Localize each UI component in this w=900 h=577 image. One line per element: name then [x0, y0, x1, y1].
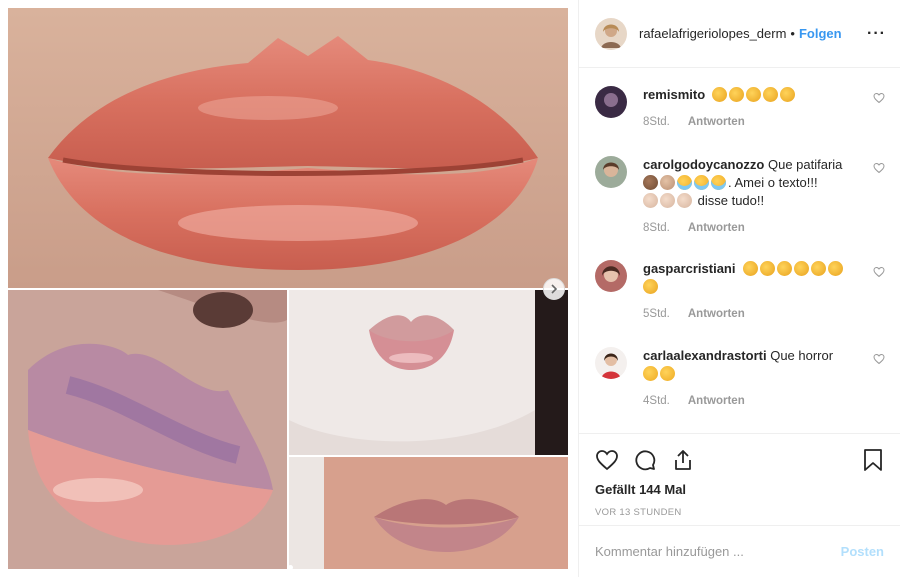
comment-text: carolgodoycanozzo Que patifaria . Amei o… [643, 156, 853, 210]
commenter-avatar[interactable] [595, 260, 627, 292]
reply-button[interactable]: Antworten [688, 308, 745, 320]
reply-button[interactable]: Antworten [688, 116, 745, 128]
bookmark-save-icon[interactable] [862, 448, 884, 472]
likes-count[interactable]: Gefällt 144 Mal [595, 482, 884, 497]
comment-bubble-icon[interactable] [633, 448, 657, 472]
comment-item: remismito 8Std. Antworten [595, 86, 887, 128]
add-comment-bar: Posten [579, 525, 900, 577]
action-icons [595, 434, 884, 482]
lips-photo-closeup [324, 457, 568, 569]
clap-emoji-icon [643, 193, 658, 208]
like-comment-heart-icon[interactable] [873, 266, 885, 278]
clap-emoji-icon [827, 261, 843, 276]
more-options-icon[interactable]: ··· [867, 25, 886, 43]
comment-item: gasparcristiani 5Std. Antworten [595, 260, 887, 320]
comment-body-text: . Amei o texto!!! [728, 175, 818, 190]
commenter-username[interactable]: remismito [643, 87, 705, 102]
comment-emojis [709, 87, 798, 102]
post-sidebar: rafaelafrigeriolopes_derm • Folgen ··· r… [578, 0, 900, 577]
commenter-username[interactable]: carolgodoycanozzo [643, 157, 764, 172]
clap-emoji-icon [793, 261, 809, 276]
see-no-evil-monkey-emoji-icon [643, 175, 658, 190]
panel-gap [289, 457, 324, 569]
carousel-next-button[interactable] [543, 278, 565, 300]
commenter-username[interactable]: carlaalexandrastorti [643, 348, 767, 363]
comment-item: carlaalexandrastorti Que horror 4Std. An… [595, 347, 887, 407]
lips-photo-side [8, 290, 287, 569]
reply-button[interactable]: Antworten [688, 222, 745, 234]
lips-photo-face [289, 290, 535, 455]
comment-input[interactable] [595, 544, 841, 559]
dark-hair-strip [535, 290, 568, 455]
header-separator: • [790, 26, 795, 41]
tears-of-joy-emoji-icon [677, 175, 692, 190]
clap-emoji-icon [780, 87, 796, 102]
comment-meta: 8Std. Antworten [643, 116, 887, 128]
share-icon[interactable] [671, 448, 695, 472]
comment-time[interactable]: 5Std. [643, 308, 670, 320]
author-avatar[interactable] [595, 17, 627, 50]
comment-meta: 8Std. Antworten [643, 222, 887, 234]
comments-list[interactable]: remismito 8Std. Antworten carolgodoycano… [579, 68, 900, 433]
post-comment-button[interactable]: Posten [841, 544, 884, 559]
post-media[interactable] [0, 0, 577, 577]
clap-emoji-icon [810, 261, 826, 276]
comment-text: remismito [643, 86, 853, 104]
comment-item: carolgodoycanozzo Que patifaria . Amei o… [595, 156, 887, 234]
tears-of-joy-emoji-icon [711, 175, 726, 190]
comment-body-text: disse tudo!! [697, 193, 765, 208]
facepalm-emoji-icon [660, 175, 675, 190]
like-heart-icon[interactable] [595, 448, 619, 472]
comment-text: carlaalexandrastorti Que horror [643, 347, 853, 383]
like-comment-heart-icon[interactable] [873, 162, 885, 174]
clap-emoji-icon [776, 261, 792, 276]
carousel-dot [288, 565, 293, 570]
clap-emoji-icon [712, 87, 728, 102]
astonished-emoji-icon [643, 366, 658, 381]
comment-time[interactable]: 8Std. [643, 116, 670, 128]
commenter-avatar[interactable] [595, 347, 627, 379]
comment-meta: 4Std. Antworten [643, 395, 887, 407]
comment-body-text: Que horror [770, 348, 834, 363]
clap-emoji-icon [759, 261, 775, 276]
clap-emoji-icon [643, 279, 658, 294]
comment-text: gasparcristiani [643, 260, 853, 296]
post-header: rafaelafrigeriolopes_derm • Folgen ··· [579, 0, 900, 68]
clap-emoji-icon [677, 193, 692, 208]
astonished-emoji-icon [660, 366, 675, 381]
author-username[interactable]: rafaelafrigeriolopes_derm [639, 26, 786, 41]
post-actions: Gefällt 144 Mal VOR 13 STUNDEN [579, 433, 900, 533]
comment-time[interactable]: 8Std. [643, 222, 670, 234]
tears-of-joy-emoji-icon [694, 175, 709, 190]
like-comment-heart-icon[interactable] [873, 353, 885, 365]
lip-collage-image [8, 8, 568, 570]
post-timestamp[interactable]: VOR 13 STUNDEN [595, 507, 884, 518]
comment-body-text: Que patifaria [767, 157, 843, 172]
comment-meta: 5Std. Antworten [643, 308, 887, 320]
clap-emoji-icon [742, 261, 758, 276]
commenter-avatar[interactable] [595, 156, 627, 188]
chevron-right-icon [551, 284, 558, 294]
clap-emoji-icon [729, 87, 745, 102]
clap-emoji-icon [746, 87, 762, 102]
comment-time[interactable]: 4Std. [643, 395, 670, 407]
lips-photo-top [8, 8, 568, 288]
clap-emoji-icon [660, 193, 675, 208]
commenter-avatar[interactable] [595, 86, 627, 118]
commenter-username[interactable]: gasparcristiani [643, 261, 736, 276]
like-comment-heart-icon[interactable] [873, 92, 885, 104]
follow-button[interactable]: Folgen [799, 26, 842, 41]
reply-button[interactable]: Antworten [688, 395, 745, 407]
clap-emoji-icon [763, 87, 779, 102]
